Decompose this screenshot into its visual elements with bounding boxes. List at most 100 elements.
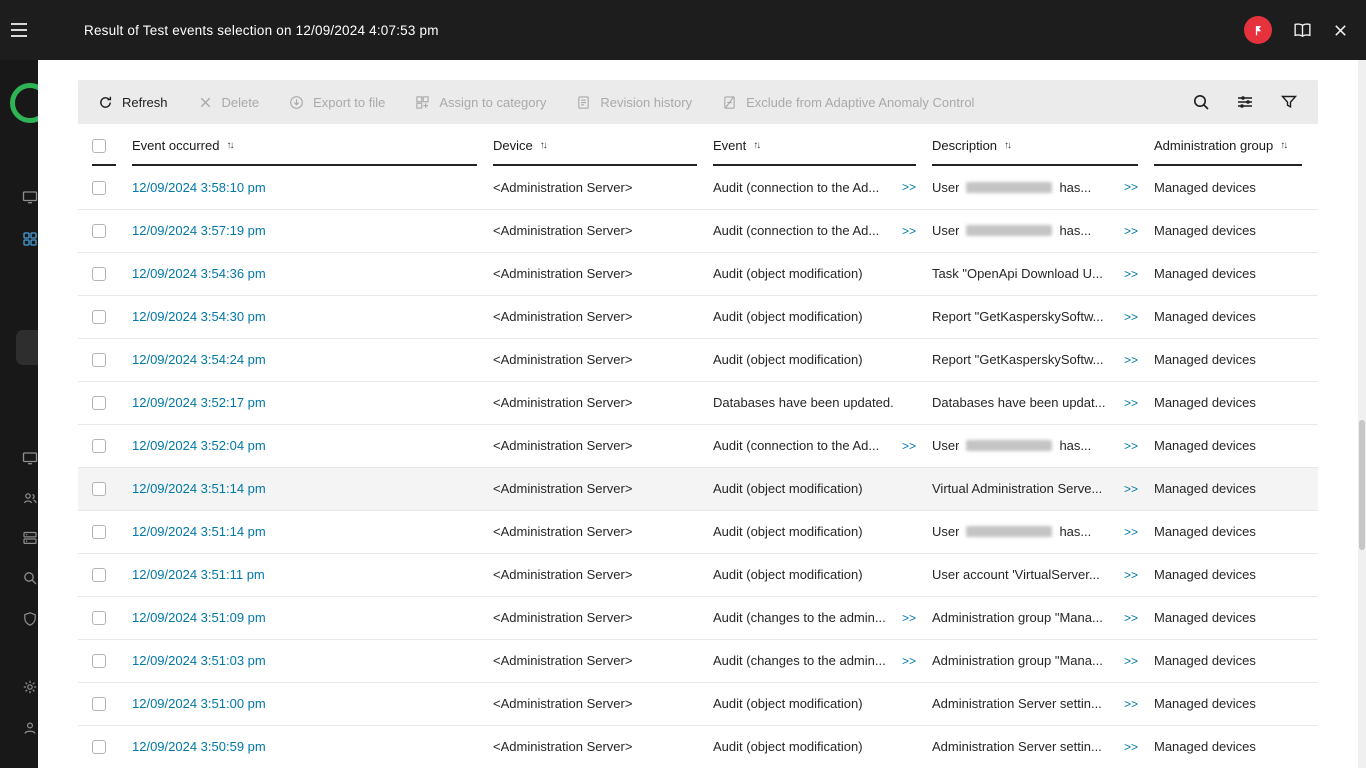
row-checkbox[interactable] (92, 396, 106, 410)
expand-event-link[interactable]: >> (892, 654, 916, 668)
row-checkbox[interactable] (92, 568, 106, 582)
column-header-event-occurred[interactable]: Event occurred↑↓ (132, 124, 493, 166)
expand-description-link[interactable]: >> (1114, 482, 1138, 496)
users-icon[interactable] (22, 490, 38, 506)
devices-icon[interactable] (22, 450, 38, 466)
refresh-button[interactable]: Refresh (98, 95, 168, 110)
expand-description-link[interactable]: >> (1114, 525, 1138, 539)
row-checkbox[interactable] (92, 525, 106, 539)
expand-event-link[interactable]: >> (892, 224, 916, 238)
expand-event-link[interactable]: >> (892, 180, 916, 194)
servers-icon[interactable] (22, 530, 38, 546)
kaspersky-logo-partial (10, 83, 38, 123)
table-row[interactable]: 12/09/2024 3:52:17 pm<Administration Ser… (78, 381, 1318, 424)
exclude-icon (722, 95, 737, 110)
row-checkbox[interactable] (92, 310, 106, 324)
settings-gear-icon[interactable] (22, 679, 38, 695)
row-checkbox[interactable] (92, 439, 106, 453)
column-header-device[interactable]: Device↑↓ (493, 124, 713, 166)
sort-icon[interactable]: ↑↓ (226, 140, 234, 151)
event-time-link[interactable]: 12/09/2024 3:52:04 pm (132, 438, 266, 453)
search-sidebar-icon[interactable] (22, 570, 38, 586)
event-time-link[interactable]: 12/09/2024 3:50:59 pm (132, 739, 266, 754)
expand-description-link[interactable]: >> (1114, 396, 1138, 410)
description-cell: Administration Server settin... (932, 696, 1102, 711)
expand-description-link[interactable]: >> (1114, 611, 1138, 625)
table-row[interactable]: 12/09/2024 3:51:00 pm <Administration Ser… (78, 682, 1318, 725)
table-row[interactable]: 12/09/2024 3:51:11 pm<Administration Ser… (78, 553, 1318, 596)
expand-description-link[interactable]: >> (1114, 568, 1138, 582)
table-row[interactable]: 12/09/2024 3:51:14 pm<Administration Ser… (78, 510, 1318, 553)
table-row[interactable]: 12/09/2024 3:57:19 pm<Administration Ser… (78, 209, 1318, 252)
table-row[interactable]: 12/09/2024 3:54:24 pm<Administration Ser… (78, 338, 1318, 381)
documentation-book-icon[interactable] (1292, 22, 1313, 39)
expand-description-link[interactable]: >> (1114, 180, 1138, 194)
table-row[interactable]: 12/09/2024 3:51:09 pm<Administration Ser… (78, 596, 1318, 639)
row-checkbox[interactable] (92, 654, 106, 668)
column-header-event[interactable]: Event↑↓ (713, 124, 932, 166)
event-time-link[interactable]: 12/09/2024 3:51:14 pm (132, 524, 266, 539)
sort-icon[interactable]: ↑↓ (540, 140, 548, 151)
refresh-label: Refresh (122, 95, 168, 110)
scrollbar-thumb[interactable] (1359, 420, 1365, 550)
event-time-link[interactable]: 12/09/2024 3:51:00 pm (132, 696, 266, 711)
event-time-link[interactable]: 12/09/2024 3:51:09 pm (132, 610, 266, 625)
device-cell: <Administration Server> (493, 696, 632, 711)
apps-grid-icon[interactable] (22, 231, 38, 247)
column-header-administration-group[interactable]: Administration group↑↓ (1154, 124, 1318, 166)
close-icon[interactable] (1333, 23, 1348, 38)
event-time-link[interactable]: 12/09/2024 3:54:24 pm (132, 352, 266, 367)
account-icon[interactable] (22, 720, 38, 736)
settings-icon[interactable] (1236, 93, 1254, 111)
table-row[interactable]: 12/09/2024 3:54:30 pm<Administration Ser… (78, 295, 1318, 338)
expand-description-link[interactable]: >> (1114, 224, 1138, 238)
security-shield-icon[interactable] (22, 611, 38, 627)
event-time-link[interactable]: 12/09/2024 3:51:14 pm (132, 481, 266, 496)
description-cell: User (932, 438, 959, 453)
row-checkbox[interactable] (92, 353, 106, 367)
row-checkbox[interactable] (92, 697, 106, 711)
sort-icon[interactable]: ↑↓ (1280, 140, 1288, 151)
table-row[interactable]: 12/09/2024 3:58:10 pm<Administration Ser… (78, 166, 1318, 209)
event-cell: Audit (changes to the admin... (713, 610, 886, 625)
row-checkbox[interactable] (92, 611, 106, 625)
table-row[interactable]: 12/09/2024 3:52:04 pm<Administration Ser… (78, 424, 1318, 467)
event-time-link[interactable]: 12/09/2024 3:54:30 pm (132, 309, 266, 324)
event-time-link[interactable]: 12/09/2024 3:57:19 pm (132, 223, 266, 238)
select-all-checkbox[interactable] (92, 139, 106, 153)
row-checkbox[interactable] (92, 482, 106, 496)
expand-description-link[interactable]: >> (1114, 267, 1138, 281)
expand-description-link[interactable]: >> (1114, 439, 1138, 453)
expand-event-link[interactable]: >> (892, 439, 916, 453)
expand-description-link[interactable]: >> (1114, 654, 1138, 668)
row-checkbox[interactable] (92, 267, 106, 281)
monitoring-icon[interactable] (22, 189, 38, 205)
event-time-link[interactable]: 12/09/2024 3:58:10 pm (132, 180, 266, 195)
event-time-link[interactable]: 12/09/2024 3:51:11 pm (132, 567, 265, 582)
row-checkbox[interactable] (92, 224, 106, 238)
expand-description-link[interactable]: >> (1114, 697, 1138, 711)
exclude-from-adaptive-anomaly-control-button: Exclude from Adaptive Anomaly Control (722, 95, 974, 110)
scrollbar[interactable] (1358, 60, 1366, 768)
row-checkbox[interactable] (92, 181, 106, 195)
table-row[interactable]: 12/09/2024 3:51:03 pm<Administration Ser… (78, 639, 1318, 682)
row-checkbox[interactable] (92, 740, 106, 754)
expand-description-link[interactable]: >> (1114, 353, 1138, 367)
table-row[interactable]: 12/09/2024 3:51:14 pm<Administration Ser… (78, 467, 1318, 510)
expand-description-link[interactable]: >> (1114, 740, 1138, 754)
expand-event-link[interactable]: >> (892, 611, 916, 625)
filter-icon[interactable] (1280, 93, 1298, 111)
event-time-link[interactable]: 12/09/2024 3:54:36 pm (132, 266, 266, 281)
sort-icon[interactable]: ↑↓ (753, 140, 761, 151)
search-icon[interactable] (1192, 93, 1210, 111)
sort-icon[interactable]: ↑↓ (1004, 140, 1012, 151)
expand-description-link[interactable]: >> (1114, 310, 1138, 324)
refresh-icon (98, 95, 113, 110)
event-time-link[interactable]: 12/09/2024 3:52:17 pm (132, 395, 266, 410)
menu-icon[interactable] (0, 23, 38, 37)
kaspersky-logo-badge[interactable] (1244, 16, 1272, 44)
column-header-description[interactable]: Description↑↓ (932, 124, 1154, 166)
table-row[interactable]: 12/09/2024 3:54:36 pm<Administration Ser… (78, 252, 1318, 295)
event-time-link[interactable]: 12/09/2024 3:51:03 pm (132, 653, 266, 668)
table-row[interactable]: 12/09/2024 3:50:59 pm<Administration Ser… (78, 725, 1318, 768)
